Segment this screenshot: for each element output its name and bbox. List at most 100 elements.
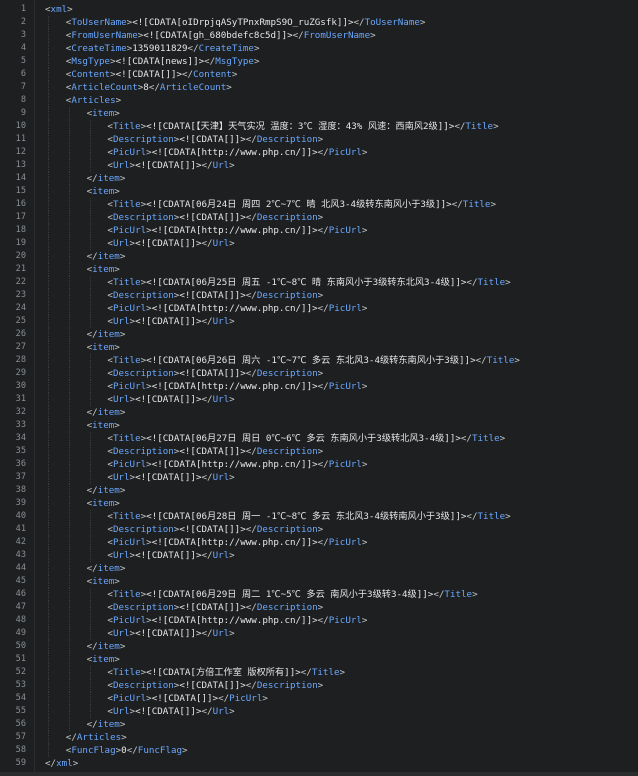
code-line[interactable]: 55 <Url><![CDATA[]]></Url> bbox=[0, 705, 638, 718]
indent-guide bbox=[48, 29, 49, 42]
code-line[interactable]: 47 <Description><![CDATA[]]></Description… bbox=[0, 601, 638, 614]
code-line[interactable]: 29 <Description><![CDATA[]]></Description… bbox=[0, 367, 638, 380]
indent-guide bbox=[68, 666, 70, 679]
code-line[interactable]: 39 <item> bbox=[0, 497, 638, 510]
line-number: 35 bbox=[15, 446, 26, 456]
indent-guide bbox=[68, 159, 70, 172]
code-line[interactable]: 13 <Url><![CDATA[]]></Url> bbox=[0, 159, 638, 172]
code-editor[interactable]: 1 <xml> 2 <ToUserName><![CDATA[oIDrpjqASyTP… bbox=[0, 0, 638, 776]
indent-guide bbox=[48, 731, 49, 744]
code-line[interactable]: 40 <Title><![CDATA[06月28日 周一 -1℃~8℃ 多云 东北… bbox=[0, 510, 638, 523]
tag-name: PicUrl bbox=[328, 225, 362, 236]
indent-guide bbox=[68, 575, 70, 588]
code-line[interactable]: 49 <Url><![CDATA[]]></Url> bbox=[0, 627, 638, 640]
code-content: </item> bbox=[87, 562, 126, 575]
code-line[interactable]: 1 <xml> bbox=[0, 3, 638, 16]
element-value: <![CDATA[06月25日 周五 -1℃~8℃ 晴 东南风小于3级转东北风3… bbox=[146, 277, 467, 288]
code-line[interactable]: 44 </item> bbox=[0, 562, 638, 575]
element-value: <![CDATA[http://www.php.cn/]]> bbox=[151, 303, 318, 314]
tag-bracket: </ bbox=[245, 680, 257, 691]
code-line[interactable]: 31 <Url><![CDATA[]]></Url> bbox=[0, 393, 638, 406]
code-line[interactable]: 41 <Description><![CDATA[]]></Description… bbox=[0, 523, 638, 536]
code-line[interactable]: 22 <Title><![CDATA[06月25日 周五 -1℃~8℃ 晴 东南风… bbox=[0, 276, 638, 289]
code-line[interactable]: 45 <item> bbox=[0, 575, 638, 588]
element-value: <![CDATA[]]> bbox=[179, 368, 246, 379]
code-content: <Url><![CDATA[]]></Url> bbox=[107, 705, 234, 718]
indent-guide bbox=[48, 640, 49, 653]
line-number: 48 bbox=[15, 615, 26, 625]
indent-guide bbox=[48, 16, 49, 29]
code-line[interactable]: 24 <PicUrl><![CDATA[http://www.php.cn/]]>… bbox=[0, 302, 638, 315]
indent-guide bbox=[68, 237, 70, 250]
indent-guide bbox=[68, 640, 70, 653]
code-line[interactable]: 11 <Description><![CDATA[]]></Description… bbox=[0, 133, 638, 146]
tag-bracket: > bbox=[317, 602, 324, 613]
code-line[interactable]: 56 </item> bbox=[0, 718, 638, 731]
code-line[interactable]: 9 <item> bbox=[0, 107, 638, 120]
code-line[interactable]: 14 </item> bbox=[0, 172, 638, 185]
code-line[interactable]: 23 <Description><![CDATA[]]></Description… bbox=[0, 289, 638, 302]
code-line[interactable]: 59 </xml> bbox=[0, 757, 638, 770]
code-content: <Title><![CDATA[06月24日 周四 2℃~7℃ 晴 北风3-4级… bbox=[107, 198, 496, 211]
indent-guide bbox=[89, 601, 91, 614]
indent-guide bbox=[68, 458, 70, 471]
tag-name: item bbox=[97, 251, 120, 262]
tag-bracket: </ bbox=[353, 17, 365, 28]
code-line[interactable]: 57 </Articles> bbox=[0, 731, 638, 744]
code-line[interactable]: 27 <item> bbox=[0, 341, 638, 354]
code-content: <Description><![CDATA[]]></Description> bbox=[107, 523, 323, 536]
code-line[interactable]: 2 <ToUserName><![CDATA[oIDrpjqASyTPnxRmpS… bbox=[0, 16, 638, 29]
indent-guide bbox=[89, 211, 91, 224]
code-line[interactable]: 26 </item> bbox=[0, 328, 638, 341]
code-line[interactable]: 6 <Content><![CDATA[]]></Content> bbox=[0, 68, 638, 81]
code-line[interactable]: 5 <MsgType><![CDATA[news]]></MsgType> bbox=[0, 55, 638, 68]
code-line[interactable]: 32 </item> bbox=[0, 406, 638, 419]
code-line[interactable]: 17 <Description><![CDATA[]]></Description… bbox=[0, 211, 638, 224]
code-line[interactable]: 52 <Title><![CDATA[方倍工作室 版权所有]]></Title> bbox=[0, 666, 638, 679]
line-number: 37 bbox=[15, 472, 26, 482]
tag-name: Description bbox=[256, 446, 318, 457]
code-line[interactable]: 42 <PicUrl><![CDATA[http://www.php.cn/]]>… bbox=[0, 536, 638, 549]
code-line[interactable]: 19 <Url><![CDATA[]]></Url> bbox=[0, 237, 638, 250]
code-line[interactable]: 54 <PicUrl><![CDATA[]]></PicUrl> bbox=[0, 692, 638, 705]
code-line[interactable]: 12 <PicUrl><![CDATA[http://www.php.cn/]]>… bbox=[0, 146, 638, 159]
code-line[interactable]: 7 <ArticleCount>8</ArticleCount> bbox=[0, 81, 638, 94]
code-line[interactable]: 43 <Url><![CDATA[]]></Url> bbox=[0, 549, 638, 562]
tag-bracket: > bbox=[114, 576, 120, 587]
tag-name: Url bbox=[212, 160, 230, 171]
code-line[interactable]: 58 <FuncFlag>0</FuncFlag> bbox=[0, 744, 638, 757]
editor-bottom-edge bbox=[0, 772, 638, 776]
code-line[interactable]: 3 <FromUserName><![CDATA[gh_680bdefc8c5d]… bbox=[0, 29, 638, 42]
line-number: 21 bbox=[15, 264, 26, 274]
code-line[interactable]: 25 <Url><![CDATA[]]></Url> bbox=[0, 315, 638, 328]
code-line[interactable]: 37 <Url><![CDATA[]]></Url> bbox=[0, 471, 638, 484]
line-number: 20 bbox=[15, 251, 26, 261]
code-line[interactable]: 4 <CreateTime>1359011829</CreateTime> bbox=[0, 42, 638, 55]
tag-bracket: </ bbox=[65, 732, 77, 743]
code-line[interactable]: 10 <Title><![CDATA[【天津】天气实况 温度：3℃ 湿度：43% … bbox=[0, 120, 638, 133]
tag-bracket: </ bbox=[245, 134, 257, 145]
code-line[interactable]: 48 <PicUrl><![CDATA[http://www.php.cn/]]>… bbox=[0, 614, 638, 627]
code-line[interactable]: 8 <Articles> bbox=[0, 94, 638, 107]
code-line[interactable]: 33 <item> bbox=[0, 419, 638, 432]
indent-guide bbox=[68, 562, 70, 575]
code-line[interactable]: 15 <item> bbox=[0, 185, 638, 198]
code-line[interactable]: 51 <item> bbox=[0, 653, 638, 666]
code-lines[interactable]: 1 <xml> 2 <ToUserName><![CDATA[oIDrpjqASyTP… bbox=[0, 3, 638, 770]
code-line[interactable]: 20 </item> bbox=[0, 250, 638, 263]
code-line[interactable]: 53 <Description><![CDATA[]]></Description… bbox=[0, 679, 638, 692]
code-line[interactable]: 34 <Title><![CDATA[06月27日 周日 0℃~6℃ 多云 东南风… bbox=[0, 432, 638, 445]
code-line[interactable]: 30 <PicUrl><![CDATA[http://www.php.cn/]]>… bbox=[0, 380, 638, 393]
code-line[interactable]: 38 </item> bbox=[0, 484, 638, 497]
code-line[interactable]: 35 <Description><![CDATA[]]></Description… bbox=[0, 445, 638, 458]
code-line[interactable]: 28 <Title><![CDATA[06月26日 周六 -1℃~7℃ 多云 东北… bbox=[0, 354, 638, 367]
tag-bracket: </ bbox=[187, 43, 199, 54]
code-line[interactable]: 21 <item> bbox=[0, 263, 638, 276]
code-line[interactable]: 50 </item> bbox=[0, 640, 638, 653]
tag-bracket: > bbox=[119, 407, 126, 418]
code-line[interactable]: 46 <Title><![CDATA[06月29日 周二 1℃~5℃ 多云 南风小… bbox=[0, 588, 638, 601]
tag-name: Url bbox=[212, 316, 230, 327]
code-line[interactable]: 16 <Title><![CDATA[06月24日 周四 2℃~7℃ 晴 北风3-… bbox=[0, 198, 638, 211]
code-line[interactable]: 18 <PicUrl><![CDATA[http://www.php.cn/]]>… bbox=[0, 224, 638, 237]
code-line[interactable]: 36 <PicUrl><![CDATA[http://www.php.cn/]]>… bbox=[0, 458, 638, 471]
